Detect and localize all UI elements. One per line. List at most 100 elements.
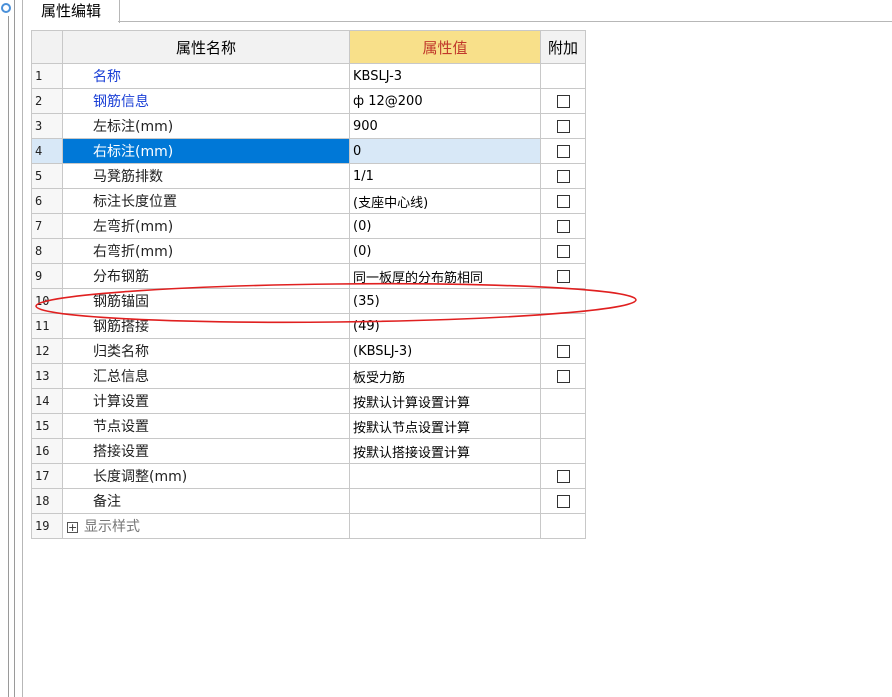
property-value[interactable]: (支座中心线): [349, 188, 541, 214]
table-row[interactable]: 1 名称 KBSLJ-3: [31, 63, 586, 89]
property-name[interactable]: 标注长度位置: [62, 188, 350, 214]
attach-cell[interactable]: [540, 463, 586, 489]
attach-checkbox[interactable]: [556, 369, 570, 383]
property-name[interactable]: 左标注(mm): [62, 113, 350, 139]
property-name[interactable]: 备注: [62, 488, 350, 514]
table-row[interactable]: 8 右弯折(mm) (0): [31, 238, 586, 264]
table-row[interactable]: 6 标注长度位置 (支座中心线): [31, 188, 586, 214]
attach-checkbox[interactable]: [556, 269, 570, 283]
property-name[interactable]: 左弯折(mm): [62, 213, 350, 239]
attach-cell[interactable]: [540, 138, 586, 164]
property-value[interactable]: (35): [349, 288, 541, 314]
property-value[interactable]: KBSLJ-3: [349, 63, 541, 89]
attach-cell[interactable]: [540, 188, 586, 214]
property-value[interactable]: (0): [349, 213, 541, 239]
table-row[interactable]: 3 左标注(mm) 900: [31, 113, 586, 139]
table-row[interactable]: 12 归类名称 (KBSLJ-3): [31, 338, 586, 364]
table-row[interactable]: 4 右标注(mm) 0: [31, 138, 586, 164]
attach-cell[interactable]: [540, 338, 586, 364]
property-value[interactable]: 按默认计算设置计算: [349, 388, 541, 414]
property-name[interactable]: 节点设置: [62, 413, 350, 439]
attach-cell[interactable]: [540, 488, 586, 514]
property-value[interactable]: 0: [349, 138, 541, 164]
row-number: 7: [31, 213, 63, 239]
property-name-label: 左标注(mm): [93, 119, 174, 135]
attach-checkbox[interactable]: [556, 94, 570, 108]
attach-checkbox[interactable]: [556, 494, 570, 508]
table-row[interactable]: 17 长度调整(mm): [31, 463, 586, 489]
row-number: 4: [31, 138, 63, 164]
row-number: 19: [31, 513, 63, 539]
attach-checkbox[interactable]: [556, 219, 570, 233]
attach-checkbox[interactable]: [556, 344, 570, 358]
table-row[interactable]: 15 节点设置 按默认节点设置计算: [31, 413, 586, 439]
property-value[interactable]: 按默认搭接设置计算: [349, 438, 541, 464]
property-value[interactable]: ф 12@200: [349, 88, 541, 114]
attach-cell[interactable]: [540, 163, 586, 189]
table-row[interactable]: 14 计算设置 按默认计算设置计算: [31, 388, 586, 414]
attach-checkbox[interactable]: [556, 469, 570, 483]
property-name[interactable]: 钢筋搭接: [62, 313, 350, 339]
property-name[interactable]: 分布钢筋: [62, 263, 350, 289]
attach-cell[interactable]: [540, 263, 586, 289]
property-name[interactable]: 右标注(mm): [62, 138, 350, 164]
attach-cell[interactable]: [540, 363, 586, 389]
property-name-label: 汇总信息: [93, 369, 149, 385]
property-value[interactable]: (KBSLJ-3): [349, 338, 541, 364]
tab-property-edit[interactable]: 属性编辑: [22, 0, 120, 23]
property-name[interactable]: 钢筋信息: [62, 88, 350, 114]
column-header-name[interactable]: 属性名称: [62, 30, 350, 64]
attach-cell[interactable]: [540, 213, 586, 239]
property-name-label: 显示样式: [84, 519, 140, 535]
property-name[interactable]: 汇总信息: [62, 363, 350, 389]
property-value[interactable]: (0): [349, 238, 541, 264]
table-row[interactable]: 7 左弯折(mm) (0): [31, 213, 586, 239]
property-value[interactable]: 板受力筋: [349, 363, 541, 389]
table-row[interactable]: 2 钢筋信息 ф 12@200: [31, 88, 586, 114]
property-value[interactable]: [349, 513, 541, 539]
table-row[interactable]: 10 钢筋锚固 (35): [31, 288, 586, 314]
column-header-attach[interactable]: 附加: [540, 30, 586, 64]
attach-checkbox[interactable]: [556, 244, 570, 258]
property-name[interactable]: 计算设置: [62, 388, 350, 414]
row-number: 6: [31, 188, 63, 214]
property-name[interactable]: 名称: [62, 63, 350, 89]
property-name[interactable]: 右弯折(mm): [62, 238, 350, 264]
table-row[interactable]: 5 马凳筋排数 1/1: [31, 163, 586, 189]
row-number: 9: [31, 263, 63, 289]
attach-cell[interactable]: [540, 113, 586, 139]
property-name[interactable]: 钢筋锚固: [62, 288, 350, 314]
property-value[interactable]: 按默认节点设置计算: [349, 413, 541, 439]
refresh-icon[interactable]: [1, 3, 11, 13]
table-row[interactable]: 16 搭接设置 按默认搭接设置计算: [31, 438, 586, 464]
table-row[interactable]: 19 + 显示样式: [31, 513, 586, 539]
column-header-value[interactable]: 属性值: [349, 30, 541, 64]
attach-checkbox[interactable]: [556, 169, 570, 183]
attach-cell[interactable]: [540, 88, 586, 114]
table-row[interactable]: 11 钢筋搭接 (49): [31, 313, 586, 339]
property-name[interactable]: 归类名称: [62, 338, 350, 364]
property-value[interactable]: 900: [349, 113, 541, 139]
attach-cell: [540, 63, 586, 89]
property-value[interactable]: (49): [349, 313, 541, 339]
property-name[interactable]: 马凳筋排数: [62, 163, 350, 189]
table-row[interactable]: 13 汇总信息 板受力筋: [31, 363, 586, 389]
property-name-label: 分布钢筋: [93, 269, 149, 285]
table-row[interactable]: 18 备注: [31, 488, 586, 514]
attach-cell[interactable]: [540, 238, 586, 264]
property-value[interactable]: [349, 463, 541, 489]
property-value[interactable]: 同一板厚的分布筋相同: [349, 263, 541, 289]
row-number: 12: [31, 338, 63, 364]
property-name[interactable]: 长度调整(mm): [62, 463, 350, 489]
property-name[interactable]: 搭接设置: [62, 438, 350, 464]
property-name-label: 搭接设置: [93, 444, 149, 460]
property-name-label: 归类名称: [93, 344, 149, 360]
expand-plus-icon[interactable]: +: [67, 521, 78, 533]
table-row[interactable]: 9 分布钢筋 同一板厚的分布筋相同: [31, 263, 586, 289]
attach-checkbox[interactable]: [556, 144, 570, 158]
attach-checkbox[interactable]: [556, 194, 570, 208]
attach-checkbox[interactable]: [556, 119, 570, 133]
property-value[interactable]: [349, 488, 541, 514]
property-value[interactable]: 1/1: [349, 163, 541, 189]
property-name[interactable]: + 显示样式: [62, 513, 350, 539]
